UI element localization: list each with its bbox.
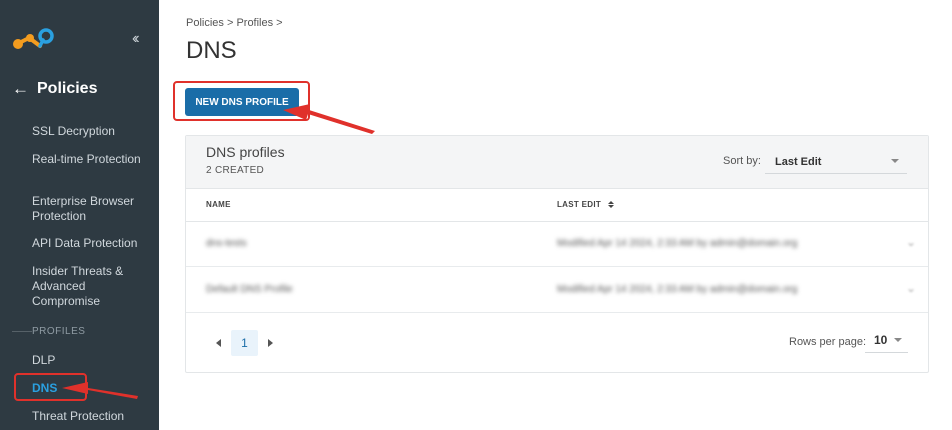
sidebar-section-header: ← Policies — [12, 79, 97, 99]
logo-icon — [13, 28, 54, 49]
sidebar: ‹‹ ← Policies SSL Decryption Real-time P… — [0, 0, 159, 430]
column-header-name[interactable]: NAME — [206, 200, 231, 209]
card-header: DNS profiles 2 CREATED Sort by: Last Edi… — [186, 136, 928, 189]
page-number-button[interactable]: 1 — [231, 330, 258, 356]
app: ‹‹ ← Policies SSL Decryption Real-time P… — [0, 0, 952, 430]
sidebar-item-enterprise-browser-protection[interactable]: Enterprise Browser Protection — [32, 194, 152, 224]
column-header-last-edit[interactable]: LAST EDIT — [557, 200, 614, 209]
row-last-edit: Modified Apr 14 2024, 2:33 AM by admin@d… — [557, 238, 798, 249]
card-title: DNS profiles — [206, 144, 285, 160]
caret-left-icon[interactable] — [216, 339, 221, 347]
row-name: dns-tests — [206, 238, 247, 249]
sort-by-label: Sort by: — [723, 155, 761, 167]
rows-per-page-select[interactable]: 10 — [865, 327, 908, 353]
arrow-left-icon[interactable]: ← — [12, 79, 29, 99]
double-chevron-left-icon[interactable]: ‹‹ — [132, 30, 139, 48]
sort-arrows-icon — [607, 200, 614, 209]
caret-down-icon — [891, 159, 899, 163]
sidebar-item-realtime-protection[interactable]: Real-time Protection — [32, 152, 152, 167]
pagination: 1 — [216, 330, 273, 356]
new-dns-profile-button[interactable]: NEW DNS PROFILE — [185, 88, 299, 116]
table-row[interactable]: Default DNS Profile Modified Apr 14 2024… — [186, 268, 928, 313]
caret-down-icon — [894, 338, 902, 342]
sidebar-divider — [12, 331, 32, 332]
caret-right-icon[interactable] — [268, 339, 273, 347]
table-row[interactable]: dns-tests Modified Apr 14 2024, 2:33 AM … — [186, 222, 928, 267]
sidebar-item-api-data-protection[interactable]: API Data Protection — [32, 236, 152, 251]
rows-per-page-value: 10 — [874, 333, 888, 347]
chevron-down-icon[interactable]: ⌄ — [906, 235, 916, 249]
annotation-highlight-dns — [14, 373, 87, 401]
profile-count: 2 CREATED — [206, 165, 265, 176]
dns-profiles-card: DNS profiles 2 CREATED Sort by: Last Edi… — [185, 135, 929, 373]
row-last-edit: Modified Apr 14 2024, 2:33 AM by admin@d… — [557, 284, 798, 295]
breadcrumb[interactable]: Policies > Profiles > — [186, 17, 283, 29]
chevron-down-icon[interactable]: ⌄ — [906, 281, 916, 295]
column-header-last-edit-label: LAST EDIT — [557, 200, 602, 209]
sidebar-item-ssl-decryption[interactable]: SSL Decryption — [32, 124, 152, 139]
sidebar-section-title: Policies — [37, 80, 98, 97]
sort-by-select[interactable]: Last Edit — [765, 150, 907, 174]
rows-per-page-label: Rows per page: — [789, 336, 867, 348]
sidebar-item-insider-threats[interactable]: Insider Threats & Advanced Compromise — [32, 264, 142, 309]
sidebar-item-dlp[interactable]: DLP — [32, 353, 55, 368]
row-name: Default DNS Profile — [206, 284, 293, 295]
sidebar-item-threat-protection[interactable]: Threat Protection — [32, 409, 124, 424]
sort-by-value: Last Edit — [775, 156, 822, 168]
page-title: DNS — [186, 37, 237, 64]
profiles-section-label: PROFILES — [32, 326, 86, 337]
